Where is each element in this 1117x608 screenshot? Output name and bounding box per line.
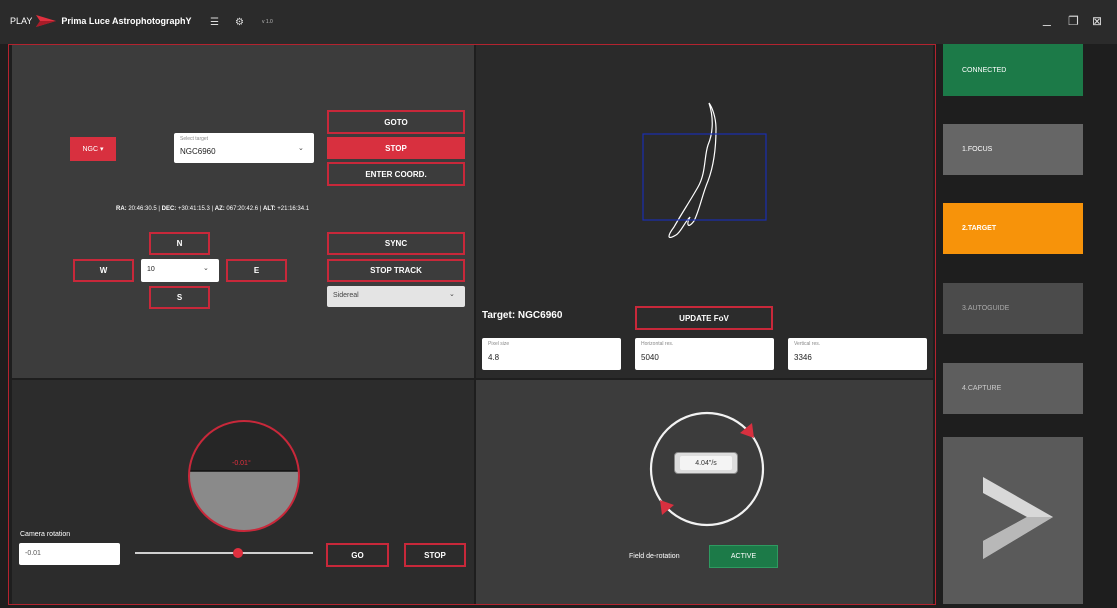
minimize-button[interactable]: _ xyxy=(1043,10,1051,26)
ra-label: RA: xyxy=(116,206,127,212)
camera-rotation-input[interactable]: -0.01 xyxy=(19,543,120,565)
stop-button[interactable]: STOP xyxy=(327,137,465,159)
chevron-down-icon: ⌄ xyxy=(298,145,304,152)
alt-label: ALT: xyxy=(263,206,276,212)
slew-speed-value: 10 xyxy=(147,266,155,273)
goto-button[interactable]: GOTO xyxy=(327,110,465,134)
dec-value: +30:41:15.3 xyxy=(177,206,210,212)
az-value: 067:20:42.6 xyxy=(226,206,259,212)
primaluce-chevron-icon xyxy=(36,15,57,27)
az-label: AZ: xyxy=(214,206,225,212)
dec-label: DEC: xyxy=(161,206,177,212)
mount-coordinates-readout: RA: 20:46:30.5 | DEC: +30:41:15.3 | AZ: … xyxy=(116,206,309,212)
stop-track-button[interactable]: STOP TRACK xyxy=(327,259,465,282)
chevron-down-icon: ⌄ xyxy=(449,291,455,298)
vertical-res-field[interactable]: Vertical res. 3346 xyxy=(788,338,927,370)
camera-rotation-slider[interactable] xyxy=(135,548,313,558)
pixel-size-label: Pixel size xyxy=(488,341,510,347)
vertical-res-label: Vertical res. xyxy=(794,341,821,347)
sidebar-logo-tile xyxy=(943,437,1083,604)
version-label: v 1.0 xyxy=(262,19,273,25)
slew-speed-select[interactable]: 10 ⌄ xyxy=(141,259,219,282)
camera-rotation-label: Camera rotation xyxy=(20,531,71,538)
tracking-mode-value: Sidereal xyxy=(333,292,359,299)
ra-value: 20:46:30.5 xyxy=(128,206,157,212)
coord-separator: | xyxy=(259,206,262,212)
horizontal-res-label: Horizontal res. xyxy=(641,341,674,347)
app-window: PLAY Prima Luce AstrophotographY ☰ ⚙ v 1… xyxy=(0,0,1117,608)
rotator-stop-button[interactable]: STOP xyxy=(404,543,466,567)
rotator-go-button[interactable]: GO xyxy=(326,543,389,567)
pixel-size-field[interactable]: Pixel size 4.8 xyxy=(482,338,621,370)
maximize-button[interactable]: ❐ xyxy=(1068,14,1079,28)
primaluce-chevron-logo-icon xyxy=(983,477,1053,559)
sidebar-item-target[interactable]: 2.TARGET xyxy=(943,203,1083,254)
derotation-rate-box: 4.04"/s xyxy=(674,452,738,474)
menu-list-icon[interactable]: ☰ xyxy=(210,17,219,28)
sidebar-item-capture[interactable]: 4.CAPTURE xyxy=(943,363,1083,414)
select-target-dropdown[interactable]: Select target NGC6960 ⌄ xyxy=(174,133,314,163)
brand-name: Prima Luce AstrophotographY xyxy=(61,16,192,26)
south-button[interactable]: S xyxy=(149,286,210,309)
tracking-mode-select[interactable]: Sidereal ⌄ xyxy=(327,286,465,307)
horizontal-res-value: 5040 xyxy=(641,353,659,362)
derotation-active-button[interactable]: ACTIVE xyxy=(709,545,778,568)
rotation-angle-readout: -0.01° xyxy=(232,460,251,467)
coord-separator: | xyxy=(158,206,160,212)
sidebar-connected-button[interactable]: CONNECTED xyxy=(943,44,1083,96)
brand-logo: PLAY Prima Luce AstrophotographY xyxy=(10,14,192,28)
fov-frame xyxy=(642,133,767,221)
catalog-dropdown-button[interactable]: NGC ▾ xyxy=(70,137,116,161)
select-target-label: Select target xyxy=(180,136,209,142)
camera-rotation-value: -0.01 xyxy=(25,550,41,557)
east-button[interactable]: E xyxy=(226,259,287,282)
vertical-res-value: 3346 xyxy=(794,353,812,362)
select-target-value: NGC6960 xyxy=(180,147,216,156)
enter-coord-button[interactable]: ENTER COORD. xyxy=(327,162,465,186)
brand-play: PLAY xyxy=(10,16,33,26)
derotation-rate-value: 4.04"/s xyxy=(680,456,732,470)
gear-icon[interactable]: ⚙ xyxy=(235,17,244,28)
sidebar-item-focus[interactable]: 1.FOCUS xyxy=(943,124,1083,175)
sidebar-item-autoguide[interactable]: 3.AUTOGUIDE xyxy=(943,283,1083,334)
title-bar: PLAY Prima Luce AstrophotographY ☰ ⚙ v 1… xyxy=(0,0,1117,44)
target-label: Target: NGC6960 xyxy=(482,310,563,321)
sync-button[interactable]: SYNC xyxy=(327,232,465,255)
update-fov-button[interactable]: UPDATE FoV xyxy=(635,306,773,330)
north-button[interactable]: N xyxy=(149,232,210,255)
alt-value: +21:16:34.1 xyxy=(277,206,310,212)
field-derotation-label: Field de-rotation xyxy=(629,553,680,560)
horizontal-res-field[interactable]: Horizontal res. 5040 xyxy=(635,338,774,370)
close-button[interactable]: ⊠ xyxy=(1092,14,1102,28)
rotator-dial xyxy=(188,420,300,532)
chevron-down-icon: ⌄ xyxy=(203,265,209,272)
veil-nebula-outline xyxy=(668,102,717,238)
west-button[interactable]: W xyxy=(73,259,134,282)
pixel-size-value: 4.8 xyxy=(488,353,500,362)
coord-separator: | xyxy=(211,206,214,212)
